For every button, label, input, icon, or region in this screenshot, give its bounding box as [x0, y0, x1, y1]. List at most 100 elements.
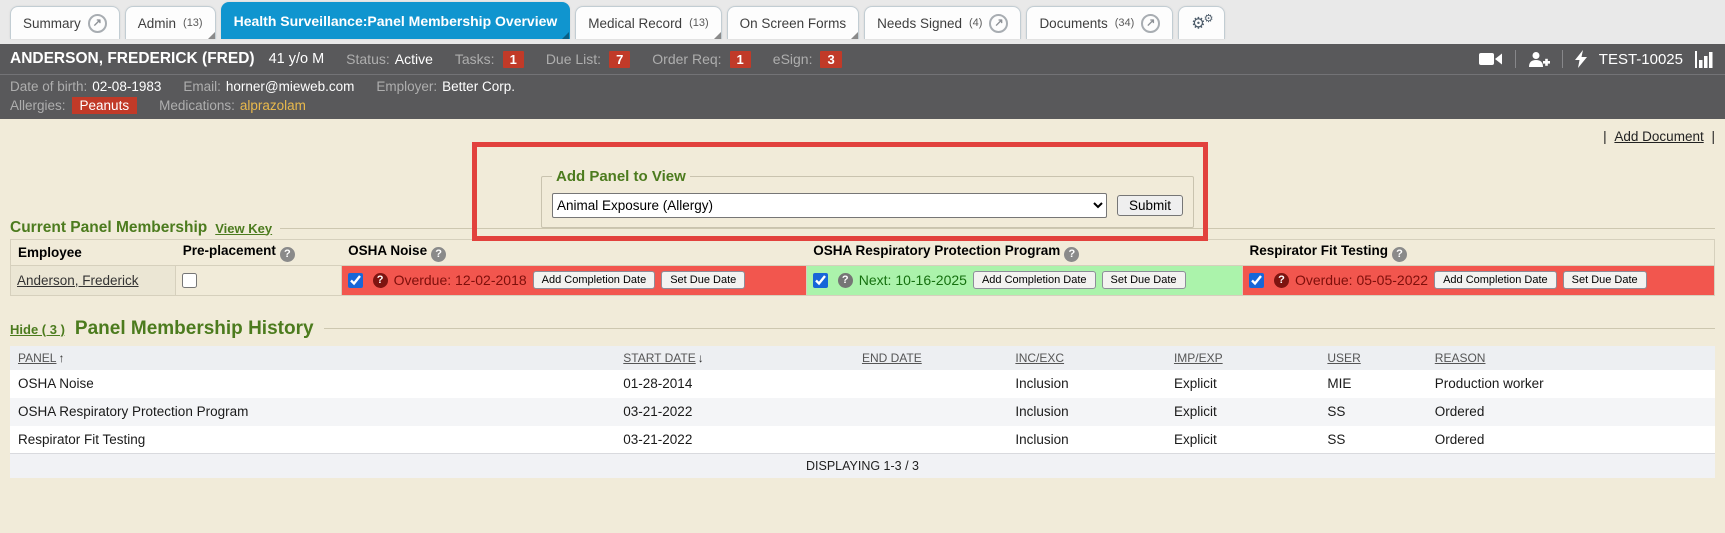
- status-label: Status:: [346, 51, 390, 67]
- current-panel-table: Employee Pre-placement? OSHA Noise? OSHA…: [10, 239, 1715, 296]
- tab-admin[interactable]: Admin (13): [125, 6, 216, 39]
- email-label: Email:: [183, 79, 221, 94]
- tab-label: Summary: [23, 16, 81, 31]
- video-camera-icon[interactable]: [1479, 51, 1503, 67]
- dob-value: 02-08-1983: [92, 79, 161, 94]
- sort-inc-exc-link[interactable]: INC/EXC: [1015, 351, 1064, 365]
- email-value: horner@mieweb.com: [226, 79, 355, 94]
- tab-count: (34): [1115, 17, 1135, 29]
- menu-fold-icon: [714, 32, 721, 39]
- sort-reason-link[interactable]: REASON: [1435, 351, 1486, 365]
- add-user-icon[interactable]: [1528, 51, 1550, 68]
- patient-age-sex: 41 y/o M: [269, 51, 325, 67]
- view-key-link[interactable]: View Key: [215, 221, 272, 236]
- allergy-badge[interactable]: Peanuts: [72, 97, 138, 114]
- col-osha-respiratory: OSHA Respiratory Protection Program?: [806, 240, 1242, 266]
- settings-tab[interactable]: ⚙⚙: [1178, 6, 1224, 39]
- tab-documents[interactable]: Documents (34) ↗: [1026, 6, 1173, 39]
- history-section-header: Hide ( 3 ) Panel Membership History: [10, 318, 1715, 340]
- help-icon[interactable]: ?: [838, 273, 853, 288]
- set-due-date-button[interactable]: Set Due Date: [661, 271, 745, 289]
- menu-fold-icon: [562, 32, 569, 39]
- employer-label: Employer:: [376, 79, 437, 94]
- due-list-label: Due List:: [546, 51, 601, 67]
- help-icon[interactable]: ?: [1392, 247, 1407, 262]
- cell-user: SS: [1319, 426, 1426, 454]
- hide-link[interactable]: Hide ( 3 ): [10, 322, 65, 337]
- esign-label: eSign:: [773, 51, 813, 67]
- status-value: Active: [395, 51, 433, 67]
- tab-summary[interactable]: Summary ↗: [10, 6, 120, 39]
- col-respirator-fit: Respirator Fit Testing?: [1242, 240, 1714, 266]
- submit-button[interactable]: Submit: [1117, 195, 1183, 216]
- divider: [1515, 50, 1516, 68]
- cell-imp-exp: Explicit: [1166, 370, 1319, 398]
- employee-link[interactable]: Anderson, Frederick: [17, 273, 139, 288]
- order-req-label: Order Req:: [652, 51, 721, 67]
- history-title: Panel Membership History: [75, 318, 314, 340]
- table-row[interactable]: OSHA Respiratory Protection Program 03-2…: [10, 398, 1715, 426]
- respirator-fit-checkbox[interactable]: [1249, 273, 1264, 288]
- menu-fold-icon: [851, 32, 858, 39]
- tab-health-surveillance[interactable]: Health Surveillance:Panel Membership Ove…: [221, 2, 571, 39]
- sort-imp-exp-link[interactable]: IMP/EXP: [1174, 351, 1223, 365]
- due-list-count-badge[interactable]: 7: [609, 51, 630, 68]
- cell-start-date: 03-21-2022: [615, 426, 854, 454]
- help-icon[interactable]: ?: [431, 247, 446, 262]
- cell-panel: OSHA Noise: [10, 370, 615, 398]
- bar-chart-icon[interactable]: [1695, 51, 1715, 68]
- sort-end-date-link[interactable]: END DATE: [862, 351, 922, 365]
- tab-label: Needs Signed: [877, 16, 962, 31]
- tab-label: Health Surveillance:Panel Membership Ove…: [234, 13, 558, 29]
- lightning-bolt-icon[interactable]: [1575, 50, 1587, 68]
- col-pre-placement: Pre-placement?: [176, 240, 341, 266]
- tab-label: Admin: [138, 16, 176, 31]
- tab-on-screen-forms[interactable]: On Screen Forms: [727, 6, 860, 39]
- set-due-date-button[interactable]: Set Due Date: [1563, 271, 1647, 289]
- respirator-fit-status-cell: ? Overdue: 05-05-2022 Add Completion Dat…: [1242, 265, 1714, 295]
- sort-panel-link[interactable]: PANEL: [18, 351, 56, 365]
- add-panel-fieldset: Add Panel to View Animal Exposure (Aller…: [541, 168, 1194, 228]
- col-osha-noise: OSHA Noise?: [341, 240, 806, 266]
- col-user: USER: [1319, 346, 1426, 370]
- sort-user-link[interactable]: USER: [1327, 351, 1360, 365]
- help-icon[interactable]: ?: [280, 247, 295, 262]
- add-completion-date-button[interactable]: Add Completion Date: [973, 271, 1096, 289]
- medication-value[interactable]: alprazolam: [240, 98, 306, 113]
- cell-imp-exp: Explicit: [1166, 398, 1319, 426]
- medications-label: Medications:: [159, 98, 235, 113]
- add-completion-date-button[interactable]: Add Completion Date: [1434, 271, 1557, 289]
- table-row[interactable]: Respirator Fit Testing 03-21-2022 Inclus…: [10, 426, 1715, 454]
- dob-label: Date of birth:: [10, 79, 87, 94]
- help-icon[interactable]: ?: [373, 273, 388, 288]
- sort-asc-icon: ↑: [58, 351, 64, 365]
- sort-start-date-link[interactable]: START DATE: [623, 351, 695, 365]
- next-status-text: Next: 10-16-2025: [859, 272, 967, 288]
- help-icon[interactable]: ?: [1274, 273, 1289, 288]
- panel-select[interactable]: Animal Exposure (Allergy): [552, 193, 1107, 218]
- separator: |: [1711, 129, 1715, 144]
- cell-user: SS: [1319, 398, 1426, 426]
- divider: [1562, 50, 1563, 68]
- order-req-count-badge[interactable]: 1: [730, 51, 751, 68]
- tab-count: (13): [689, 17, 709, 29]
- pre-placement-checkbox[interactable]: [182, 273, 197, 288]
- col-reason: REASON: [1427, 346, 1715, 370]
- set-due-date-button[interactable]: Set Due Date: [1102, 271, 1186, 289]
- osha-respiratory-checkbox[interactable]: [813, 273, 828, 288]
- tab-needs-signed[interactable]: Needs Signed (4) ↗: [864, 6, 1021, 39]
- help-icon[interactable]: ?: [1064, 247, 1079, 262]
- col-imp-exp: IMP/EXP: [1166, 346, 1319, 370]
- table-row[interactable]: OSHA Noise 01-28-2014 Inclusion Explicit…: [10, 370, 1715, 398]
- osha-noise-status-cell: ? Overdue: 12-02-2018 Add Completion Dat…: [341, 265, 806, 295]
- osha-noise-checkbox[interactable]: [348, 273, 363, 288]
- add-completion-date-button[interactable]: Add Completion Date: [533, 271, 656, 289]
- esign-count-badge[interactable]: 3: [820, 51, 841, 68]
- cell-end-date: [854, 398, 1007, 426]
- history-table: PANEL↑ START DATE↓ END DATE INC/EXC IMP/…: [10, 346, 1715, 479]
- add-document-link[interactable]: Add Document: [1614, 129, 1703, 144]
- tasks-count-badge[interactable]: 1: [503, 51, 524, 68]
- cell-end-date: [854, 426, 1007, 454]
- cell-inc-exc: Inclusion: [1007, 370, 1166, 398]
- tab-medical-record[interactable]: Medical Record (13): [575, 6, 721, 39]
